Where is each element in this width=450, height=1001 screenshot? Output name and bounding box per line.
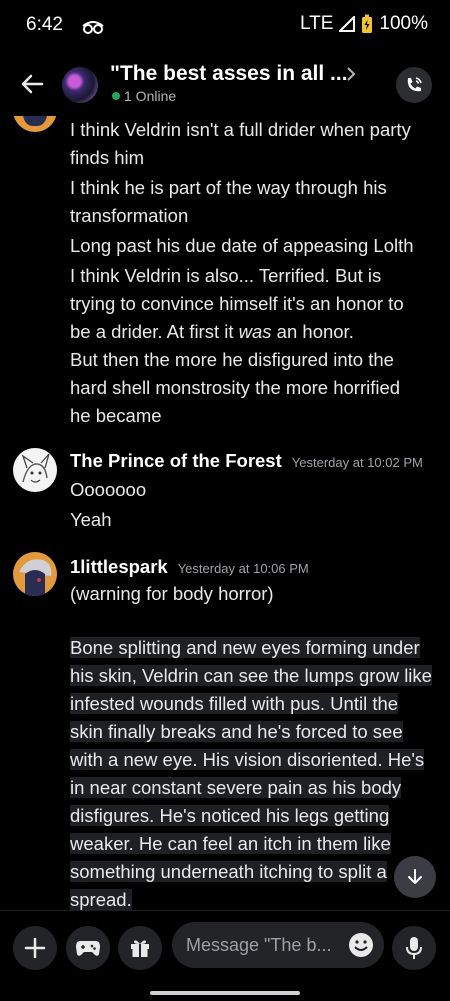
- message-text: I think he is part of the way through hi…: [70, 177, 387, 198]
- message-list[interactable]: I think Veldrin isn't a full drider when…: [0, 116, 450, 910]
- message-text: Bone splitting and new eyes forming unde…: [70, 634, 442, 662]
- status-right: LTE 100%: [300, 13, 428, 35]
- signal-icon: [339, 16, 356, 32]
- message-input-placeholder: Message "The b...: [186, 935, 332, 955]
- gesture-nav-bar[interactable]: [150, 991, 300, 995]
- message-text: trying to convince himself it's an honor…: [70, 293, 404, 314]
- message-text: with a new eye. His vision disoriented. …: [70, 746, 442, 774]
- battery-label: 100%: [379, 13, 428, 34]
- highlighted-text: with a new eye. His vision disoriented. …: [70, 749, 425, 770]
- user-avatar[interactable]: [13, 552, 57, 596]
- chevron-right-icon[interactable]: [345, 66, 357, 82]
- message-text: in near constant severe pain as his body: [70, 774, 442, 802]
- message-text-part: be a drider. At first it: [70, 321, 239, 342]
- highlighted-text: something underneath itching to split a: [70, 861, 387, 882]
- author-name[interactable]: The Prince of the Forest: [70, 450, 282, 472]
- message-text: Ooooooo: [70, 479, 147, 500]
- timestamp: Yesterday at 10:06 PM: [177, 561, 309, 576]
- add-attachment-button[interactable]: [13, 926, 57, 970]
- highlighted-text: in near constant severe pain as his body: [70, 777, 402, 798]
- arrow-down-icon: [408, 869, 422, 884]
- timestamp: Yesterday at 10:02 PM: [291, 455, 423, 470]
- gift-icon: [131, 940, 149, 957]
- message-header: 1littlespark Yesterday at 10:06 PM: [70, 556, 309, 578]
- message-text: something underneath itching to split a: [70, 858, 442, 886]
- user-avatar[interactable]: [13, 448, 57, 492]
- voice-call-button[interactable]: [396, 67, 432, 103]
- message-text-part: an honor.: [271, 321, 354, 342]
- phone-icon: [407, 77, 422, 92]
- plus-icon: [24, 937, 46, 959]
- message-text: skin finally breaks and he's forced to s…: [70, 718, 442, 746]
- highlighted-text: spread.: [70, 889, 132, 910]
- incognito-icon: [82, 21, 104, 34]
- battery-icon: [362, 14, 373, 33]
- microphone-icon: [406, 937, 422, 959]
- message-text: hard shell monstrosity the more horrifie…: [70, 377, 401, 398]
- emoji-icon[interactable]: [348, 932, 374, 958]
- avatar-drawing: [21, 453, 50, 483]
- message-text: I think Veldrin is also... Terrified. Bu…: [70, 265, 382, 286]
- message-input[interactable]: Message "The b...: [172, 922, 384, 968]
- channel-title[interactable]: "The best asses in all ...: [110, 62, 348, 86]
- message-text: disfigures. He's noticed his legs gettin…: [70, 802, 442, 830]
- gift-button[interactable]: [118, 926, 162, 970]
- message-text: he became: [70, 405, 162, 426]
- author-name[interactable]: 1littlespark: [70, 556, 168, 578]
- message-text: transformation: [70, 205, 189, 226]
- highlighted-text: Bone splitting and new eyes forming unde…: [70, 637, 420, 658]
- message-text-italic: was: [238, 321, 272, 342]
- gamepad-icon: [76, 941, 100, 956]
- message-text: Yeah: [70, 509, 112, 530]
- voice-message-button[interactable]: [392, 926, 436, 970]
- user-avatar[interactable]: [13, 116, 57, 132]
- status-bar: 6:42 LTE 100%: [0, 0, 450, 52]
- channel-header: "The best asses in all ... 1 Online: [0, 52, 450, 116]
- highlighted-text: weaker. He can feel an itch in them like: [70, 833, 391, 854]
- message-header: The Prince of the Forest Yesterday at 10…: [70, 450, 423, 472]
- message-text: But then the more he disfigured into the: [70, 349, 394, 370]
- message-text: be a drider. At first it was an honor.: [70, 318, 442, 346]
- message-text: infested wounds filled with pus. Until t…: [70, 690, 442, 718]
- back-arrow-icon[interactable]: [18, 70, 46, 98]
- jump-to-bottom-button[interactable]: [394, 856, 436, 898]
- message-text: weaker. He can feel an itch in them like: [70, 830, 442, 858]
- network-label: LTE: [299, 13, 334, 34]
- message-text: spread.: [70, 886, 442, 910]
- highlighted-text: disfigures. He's noticed his legs gettin…: [70, 805, 390, 826]
- composer-bar: Message "The b...: [0, 910, 450, 1001]
- message-text: (warning for body horror): [70, 583, 274, 604]
- activities-button[interactable]: [66, 926, 110, 970]
- message-text: finds him: [70, 147, 145, 168]
- highlighted-text: skin finally breaks and he's forced to s…: [70, 721, 403, 742]
- avatar-drawing: [19, 559, 52, 596]
- online-count: 1 Online: [124, 88, 177, 104]
- message-text: his skin, Veldrin can see the lumps grow…: [70, 662, 442, 690]
- message-text: I think Veldrin isn't a full drider when…: [70, 119, 411, 140]
- highlighted-text: infested wounds filled with pus. Until t…: [70, 693, 399, 714]
- message-text: Long past his due date of appeasing Lolt…: [70, 235, 414, 256]
- group-avatar[interactable]: [62, 67, 98, 103]
- status-time: 6:42: [26, 14, 63, 35]
- online-status-dot: [112, 92, 120, 100]
- highlighted-text: his skin, Veldrin can see the lumps grow…: [70, 665, 432, 686]
